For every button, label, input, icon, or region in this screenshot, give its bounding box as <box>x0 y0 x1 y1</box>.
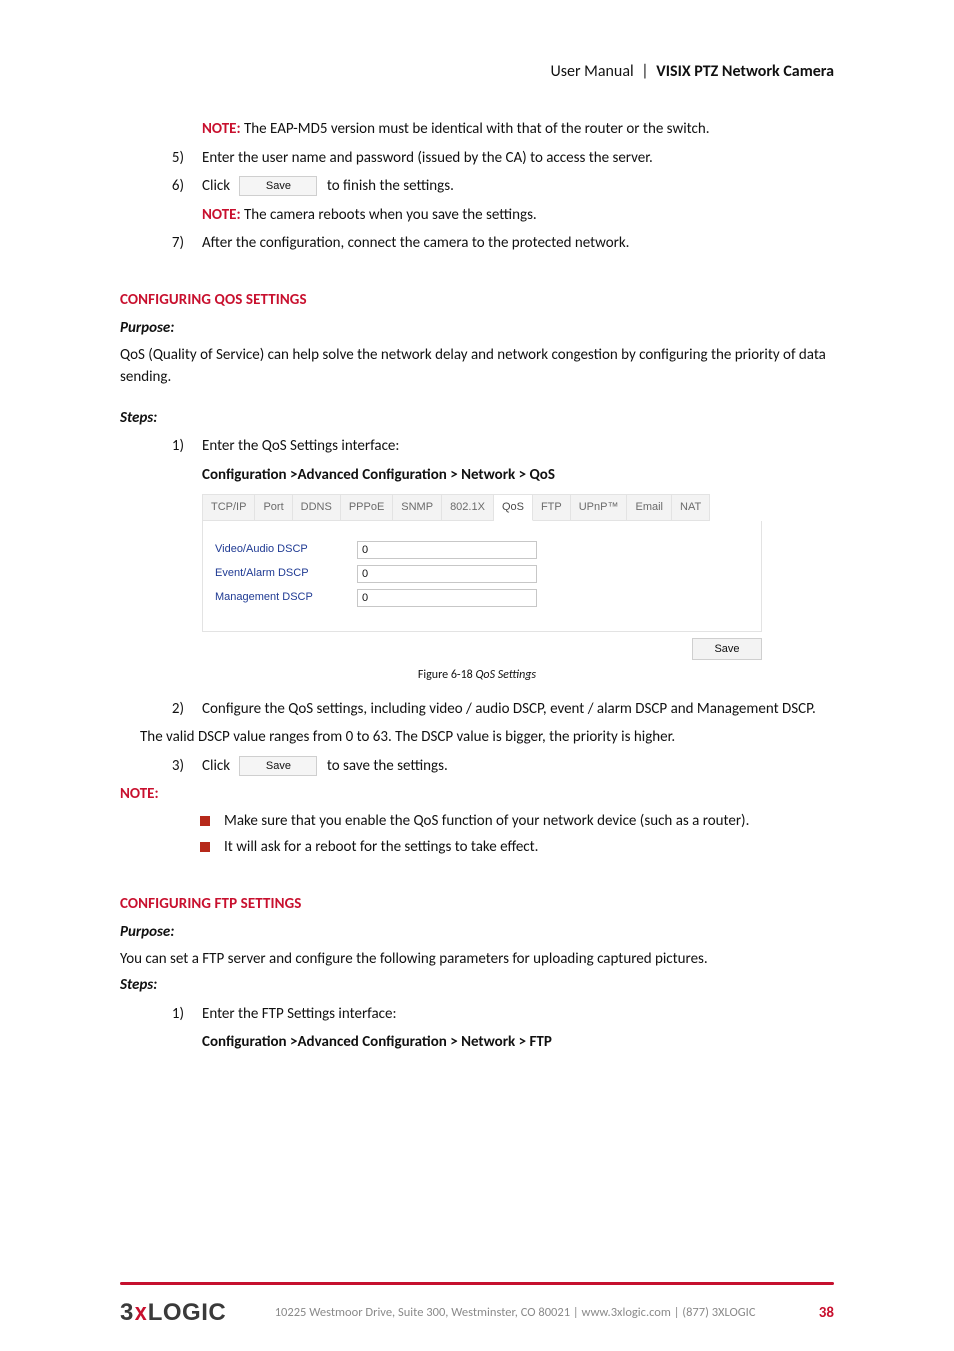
ftp-step-1-text: Enter the FTP Settings interface: <box>202 1003 834 1026</box>
tab-qos[interactable]: QoS <box>494 494 533 521</box>
qos-step-num-2: 2) <box>160 698 184 721</box>
running-header: User Manual | VISIX PTZ Network Camera <box>120 60 834 84</box>
step-num-7: 7) <box>160 232 184 255</box>
figure-save-row: Save <box>202 638 762 660</box>
ftp-step-num-1: 1) <box>160 1003 184 1026</box>
row-management-dscp: Management DSCP 0 <box>215 589 749 607</box>
tab-snmp[interactable]: SNMP <box>393 494 442 521</box>
header-pipe: | <box>641 62 648 81</box>
footer-rule <box>120 1282 834 1285</box>
tab-pppoe[interactable]: PPPoE <box>341 494 393 521</box>
logo-text-x: x <box>135 1295 147 1331</box>
note-label: NOTE: <box>202 206 241 224</box>
bullet-text: It will ask for a reboot for the setting… <box>224 836 538 859</box>
tab-ftp[interactable]: FTP <box>533 494 571 521</box>
save-button[interactable]: Save <box>239 756 317 776</box>
tab-tcpip[interactable]: TCP/IP <box>203 494 255 521</box>
step-6-pre: Click <box>202 177 230 195</box>
row-event-alarm-dscp: Event/Alarm DSCP 0 <box>215 565 749 583</box>
footer-address: 10225 Westmoor Drive, Suite 300, Westmin… <box>246 1304 784 1323</box>
qos-step-3-body: Click Save to save the settings. <box>202 755 834 778</box>
step-6-post: to finish the settings. <box>327 177 454 195</box>
page-body: User Manual | VISIX PTZ Network Camera N… <box>120 60 834 1271</box>
brand-logo: 3xLOGIC <box>120 1295 226 1331</box>
row-video-audio-dscp: Video/Audio DSCP 0 <box>215 541 749 559</box>
label-management-dscp: Management DSCP <box>215 589 345 606</box>
purpose-text-qos: QoS (Quality of Service) can help solve … <box>120 344 834 389</box>
purpose-label: Purpose: <box>120 317 834 340</box>
bullet-item: Make sure that you enable the QoS functi… <box>200 810 834 833</box>
figure-caption-lead: Figure 6-18 <box>418 668 476 682</box>
tab-bar: TCP/IP Port DDNS PPPoE SNMP 802.1X QoS F… <box>202 494 762 521</box>
footer: 3xLOGIC 10225 Westmoor Drive, Suite 300,… <box>120 1295 834 1331</box>
save-button[interactable]: Save <box>692 638 762 660</box>
tab-nat[interactable]: NAT <box>672 494 710 521</box>
qos-valid-range: The valid DSCP value ranges from 0 to 63… <box>140 726 834 749</box>
qos-step-num-3: 3) <box>160 755 184 778</box>
square-bullet-icon <box>200 842 210 852</box>
tab-port[interactable]: Port <box>255 494 292 521</box>
bullet-text: Make sure that you enable the QoS functi… <box>224 810 749 833</box>
label-event-alarm-dscp: Event/Alarm DSCP <box>215 565 345 582</box>
heading-ftp: CONFIGURING FTP SETTINGS <box>120 893 834 916</box>
header-product-name: VISIX PTZ Network Camera <box>656 62 834 81</box>
nav-path-qos: Configuration >Advanced Configuration > … <box>202 464 834 487</box>
spacer <box>160 204 184 227</box>
input-event-alarm-dscp[interactable]: 0 <box>357 565 537 583</box>
tab-email[interactable]: Email <box>627 494 672 521</box>
figure-caption-title: QoS Settings <box>475 668 536 682</box>
bullet-item: It will ask for a reboot for the setting… <box>200 836 834 859</box>
step-5-text: Enter the user name and password (issued… <box>202 147 834 170</box>
qos-step-1-text: Enter the QoS Settings interface: <box>202 435 834 458</box>
step-num-5: 5) <box>160 147 184 170</box>
label-video-audio-dscp: Video/Audio DSCP <box>215 541 345 558</box>
purpose-label: Purpose: <box>120 921 834 944</box>
square-bullet-icon <box>200 816 210 826</box>
qos-step-3-pre: Click <box>202 757 230 775</box>
note-text: The EAP-MD5 version must be identical wi… <box>244 120 710 138</box>
header-manual-label: User Manual <box>550 62 633 81</box>
step-6-body: Click Save to finish the settings. <box>202 175 834 198</box>
steps-label: Steps: <box>120 407 834 430</box>
figure-caption-qos: Figure 6-18 QoS Settings <box>120 666 834 684</box>
step-num-6: 6) <box>160 175 184 198</box>
qos-step-num-1: 1) <box>160 435 184 458</box>
spacer <box>160 118 184 141</box>
note-label: NOTE: <box>120 783 834 806</box>
tab-8021x[interactable]: 802.1X <box>442 494 494 521</box>
qos-panel: Video/Audio DSCP 0 Event/Alarm DSCP 0 Ma… <box>202 521 762 632</box>
tab-ddns[interactable]: DDNS <box>293 494 341 521</box>
step-7-text: After the configuration, connect the cam… <box>202 232 834 255</box>
purpose-text-ftp: You can set a FTP server and configure t… <box>120 948 834 971</box>
page-number: 38 <box>804 1302 834 1325</box>
qos-step-3-post: to save the settings. <box>327 757 448 775</box>
save-button[interactable]: Save <box>239 176 317 196</box>
note-label: NOTE: <box>202 120 241 138</box>
logo-text-3: 3 <box>120 1299 134 1326</box>
input-video-audio-dscp[interactable]: 0 <box>357 541 537 559</box>
note-text: The camera reboots when you save the set… <box>244 206 537 224</box>
qos-step-2-text: Configure the QoS settings, including vi… <box>202 698 834 721</box>
note-eap-md5: NOTE: The EAP-MD5 version must be identi… <box>202 118 834 141</box>
heading-qos: CONFIGURING QOS SETTINGS <box>120 289 834 312</box>
figure-qos-settings: TCP/IP Port DDNS PPPoE SNMP 802.1X QoS F… <box>202 494 762 660</box>
logo-text-logic: LOGIC <box>148 1299 227 1326</box>
tab-upnp[interactable]: UPnP™ <box>571 494 628 521</box>
note-reboot: NOTE: The camera reboots when you save t… <box>202 204 834 227</box>
steps-label: Steps: <box>120 974 834 997</box>
input-management-dscp[interactable]: 0 <box>357 589 537 607</box>
nav-path-ftp: Configuration >Advanced Configuration > … <box>202 1031 834 1054</box>
